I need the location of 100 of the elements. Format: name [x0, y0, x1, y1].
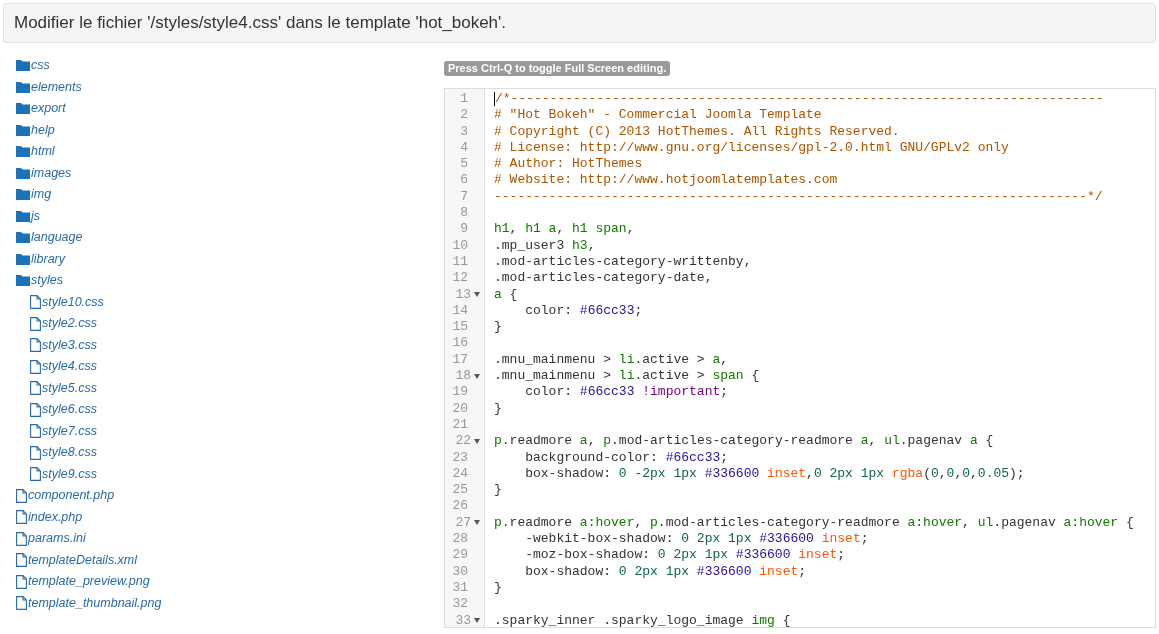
code-line: h1, h1 a, h1 span, [494, 221, 635, 237]
file-link[interactable]: templateDetails.xml [16, 549, 138, 571]
folder-icon [16, 124, 30, 136]
line-number: 28 [452, 531, 469, 548]
code-line: .mnu_mainmenu > li.active > span { [494, 368, 760, 384]
folder-icon [16, 167, 30, 179]
file-link[interactable]: template_preview.png [16, 571, 150, 593]
code-line: .mod-articles-category-writtenby, [494, 253, 752, 269]
code-line: box-shadow: 0 2px 1px #336600 inset; [524, 563, 807, 579]
code-line: # Website: http://www.hotjoomlatemplates.com [494, 172, 838, 188]
page-title: Modifier le fichier '/styles/style4.css' dans le template 'hot_bokeh'. [3, 3, 1156, 43]
line-number: 10 [452, 237, 469, 254]
fold-icon[interactable] [474, 438, 480, 444]
folder-link[interactable]: help [16, 119, 55, 141]
code-line: } [494, 319, 502, 335]
fold-icon[interactable] [474, 618, 480, 624]
line-number: 14 [452, 302, 469, 320]
folder-icon [16, 210, 30, 222]
folder-icon [16, 60, 30, 72]
file-link[interactable]: style6.css [30, 399, 97, 421]
folder-link[interactable]: html [16, 141, 55, 163]
folder-link[interactable]: library [16, 248, 66, 270]
folder-link[interactable]: img [16, 184, 52, 206]
file-link[interactable]: style8.css [30, 442, 97, 464]
code-line: /*---------------------------------------------------------------------------- [495, 91, 1104, 106]
code-line: } [494, 400, 502, 416]
file-link[interactable]: index.php [16, 506, 83, 528]
line-number: 16 [452, 335, 469, 352]
file-icon [30, 316, 41, 331]
file-icon [30, 338, 41, 353]
file-link[interactable]: style4.css [30, 356, 97, 378]
file-link[interactable]: style9.css [30, 463, 97, 485]
file-link[interactable]: style10.css [30, 291, 104, 313]
file-link[interactable]: style3.css [30, 334, 97, 356]
line-number: 9 [460, 221, 469, 238]
folder-link[interactable]: language [16, 227, 83, 249]
line-number: 12 [452, 270, 469, 287]
file-icon [30, 424, 41, 439]
folder-icon [16, 146, 30, 158]
file-icon [30, 402, 41, 417]
code-line: color: #66cc33 !important; [524, 384, 729, 400]
folder-icon [16, 232, 30, 244]
fold-icon[interactable] [474, 373, 480, 379]
code-line: # "Hot Bokeh" - Commercial Joomla Template [494, 107, 822, 123]
code-line: ----------------------------------------------------------------------------*/ [494, 188, 1103, 204]
folder-link[interactable]: css [16, 55, 50, 77]
code-line: a { [494, 286, 518, 302]
file-link[interactable]: component.php [16, 485, 115, 507]
fold-icon[interactable] [474, 520, 480, 526]
folder-icon [16, 103, 30, 115]
code-line: # Copyright (C) 2013 HotThemes. All Rights Reserved. [494, 123, 900, 139]
file-link[interactable]: style7.css [30, 420, 97, 442]
line-number: 30 [452, 563, 469, 580]
code-line: .mp_user3 h3, [494, 237, 596, 253]
line-number: 29 [452, 547, 469, 564]
file-icon [30, 295, 41, 310]
file-icon [30, 381, 41, 396]
file-icon [16, 488, 27, 503]
file-icon [16, 531, 27, 546]
file-icon [16, 596, 27, 611]
line-number: 8 [460, 205, 469, 222]
line-number: 33 [455, 612, 472, 627]
folder-link[interactable]: js [16, 205, 41, 227]
line-number: 11 [452, 253, 469, 271]
fold-icon[interactable] [474, 292, 480, 298]
line-number: 18 [455, 368, 472, 385]
code-editor[interactable] [444, 88, 1156, 628]
file-icon [16, 510, 27, 525]
line-number: 2 [460, 107, 469, 124]
folder-link[interactable]: images [16, 162, 72, 184]
code-line: .sparky_inner .sparky_logo_image img { [494, 612, 791, 627]
folder-link[interactable]: export [16, 98, 66, 120]
code-line: p.readmore a:hover, p.mod-articles-category-readmore a:hover, ul.pagenav a:hover { [494, 514, 1134, 530]
line-number: 13 [455, 286, 472, 303]
file-link[interactable]: template_thumbnail.png [16, 592, 162, 614]
line-number: 3 [460, 123, 469, 140]
code-line: .mnu_mainmenu > li.active > a, [494, 351, 729, 367]
line-number: 1 [460, 91, 469, 108]
line-number: 27 [455, 514, 472, 531]
line-number: 23 [452, 449, 469, 466]
folder-link[interactable]: elements [16, 76, 82, 98]
line-number: 5 [460, 156, 469, 173]
line-number: 24 [452, 465, 469, 483]
code-line: color: #66cc33; [524, 302, 643, 318]
folder-link[interactable]: styles [16, 270, 63, 292]
file-icon [30, 359, 41, 374]
editor-hint-label: Press Ctrl-Q to toggle Full Screen editing. [444, 61, 671, 76]
file-link[interactable]: params.ini [16, 528, 86, 550]
file-icon [30, 467, 41, 482]
line-number: 20 [452, 400, 469, 417]
code-line: # Author: HotThemes [494, 156, 643, 172]
code-line: # License: http://www.gnu.org/licenses/gpl-2.0.html GNU/GPLv2 only [494, 139, 1009, 155]
file-link[interactable]: style5.css [30, 377, 97, 399]
folder-icon [16, 189, 30, 201]
code-line: } [494, 579, 502, 595]
code-line: background-color: #66cc33; [524, 449, 729, 465]
code-line: p.readmore a, p.mod-articles-category-readmore a, ul.pagenav a { [494, 433, 994, 449]
file-link[interactable]: style2.css [30, 313, 97, 335]
line-number: 32 [452, 596, 469, 613]
code-line: box-shadow: 0 -2px 1px #336600 inset,0 2px 1px rgba(0,0,0,0.05); [524, 465, 1025, 481]
